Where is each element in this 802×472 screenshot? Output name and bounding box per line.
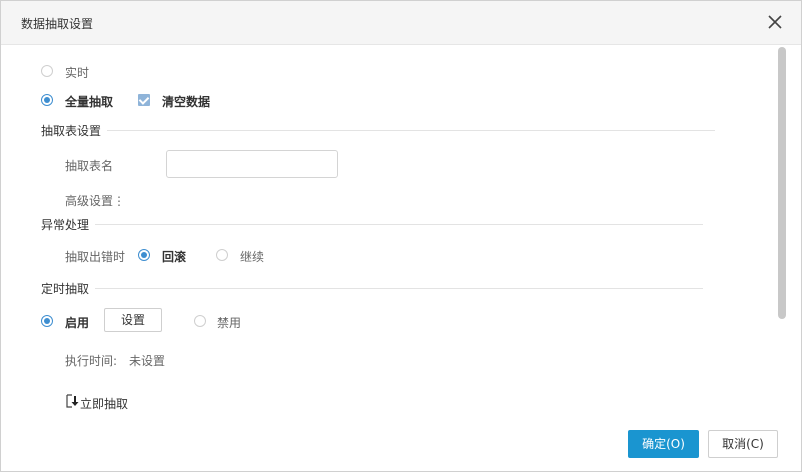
advanced-settings-link[interactable]: 高级设置⋮ (65, 192, 125, 209)
rollback-radio[interactable] (138, 249, 150, 261)
extract-table-section-title: 抽取表设置 (41, 124, 102, 138)
close-icon[interactable] (765, 11, 785, 33)
disable-schedule-radio[interactable] (194, 315, 206, 327)
schedule-section-title: 定时抽取 (41, 282, 90, 296)
dialog-title: 数据抽取设置 (21, 17, 94, 31)
on-error-label: 抽取出错时 (65, 250, 126, 264)
exception-section-title: 异常处理 (41, 218, 90, 232)
continue-radio[interactable] (216, 249, 228, 261)
rollback-label: 回滚 (162, 250, 187, 264)
cancel-button[interactable]: 取消(C) (708, 430, 778, 458)
extract-now-link[interactable]: 立即抽取 (80, 395, 128, 412)
extract-now-icon-glyph (66, 394, 79, 408)
full-extract-radio[interactable] (41, 94, 53, 106)
exec-time-value: 未设置 (129, 354, 166, 368)
table-name-label: 抽取表名 (65, 159, 114, 173)
extract-now-icon[interactable] (66, 394, 79, 411)
continue-label: 继续 (240, 250, 265, 264)
clear-data-label: 清空数据 (162, 95, 211, 109)
realtime-label: 实时 (65, 66, 90, 80)
exec-time-label: 执行时间: (65, 354, 118, 368)
clear-data-checkbox[interactable] (138, 94, 150, 106)
table-name-input[interactable] (166, 150, 338, 178)
realtime-radio[interactable] (41, 65, 53, 77)
disable-schedule-label: 禁用 (217, 316, 242, 330)
close-icon-glyph (768, 15, 782, 29)
enable-schedule-radio[interactable] (41, 315, 53, 327)
dialog-titlebar: 数据抽取设置 (1, 1, 801, 45)
full-extract-label: 全量抽取 (65, 95, 114, 109)
schedule-divider (95, 288, 703, 289)
ok-button[interactable]: 确定(O) (628, 430, 699, 458)
extract-table-divider (107, 130, 715, 131)
schedule-settings-button[interactable]: 设置 (104, 308, 162, 332)
exception-divider (95, 224, 703, 225)
enable-schedule-label: 启用 (65, 316, 90, 330)
scrollbar-thumb[interactable] (778, 47, 786, 319)
data-extract-dialog: 数据抽取设置 实时 全量抽取 清空数据 抽取表设置 抽取表名 高级设置⋮ 异常处… (0, 0, 802, 472)
